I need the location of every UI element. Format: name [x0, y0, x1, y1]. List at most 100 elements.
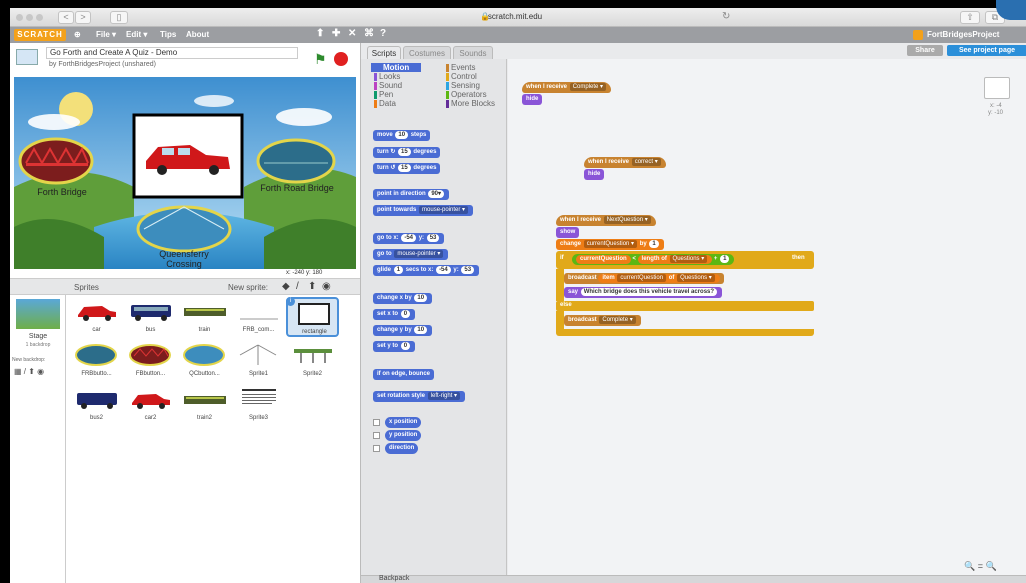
- tab-scripts[interactable]: Scripts: [367, 46, 401, 59]
- block-glide[interactable]: glide 1 secs to x: -54 y: 53: [373, 265, 480, 276]
- reporter-length-of[interactable]: length of Questions ▾: [637, 255, 713, 264]
- back-button[interactable]: <: [58, 11, 74, 24]
- sprite-bus[interactable]: bus: [124, 297, 177, 337]
- sprite-sprite2[interactable]: Sprite2: [286, 341, 339, 381]
- block-point-direction[interactable]: point in direction 90▾: [373, 189, 450, 200]
- category-events[interactable]: Events: [446, 63, 475, 72]
- checkbox-direction[interactable]: [373, 445, 380, 452]
- block-broadcast-item[interactable]: broadcast item currentQuestion of Questi…: [564, 273, 724, 284]
- category-more-blocks[interactable]: More Blocks: [446, 99, 495, 108]
- minimize-dot[interactable]: [26, 14, 33, 21]
- green-flag-icon[interactable]: ⚑: [314, 52, 327, 66]
- scratch-logo[interactable]: SCRATCH: [14, 29, 66, 41]
- share-icon[interactable]: ⇧: [960, 11, 980, 24]
- url-field[interactable]: scratch.mit.edu: [440, 12, 590, 21]
- stage[interactable]: Forth Bridge Forth Road Bridge Queensfer…: [14, 77, 356, 269]
- reporter-y-position[interactable]: y position: [385, 430, 422, 441]
- block-change-x[interactable]: change x by 10: [373, 293, 433, 304]
- category-data[interactable]: Data: [374, 99, 396, 108]
- paint-icon[interactable]: /: [296, 281, 299, 292]
- delete-icon[interactable]: ✚: [332, 28, 340, 39]
- reporter-direction[interactable]: direction: [385, 443, 419, 454]
- block-show[interactable]: show: [556, 227, 580, 238]
- duplicate-icon[interactable]: ⬆: [316, 28, 324, 39]
- backpack-bar[interactable]: Backpack: [361, 575, 1026, 583]
- block-say[interactable]: say Which bridge does this vehicle trave…: [564, 287, 723, 298]
- tab-costumes[interactable]: Costumes: [403, 46, 451, 59]
- menu-file[interactable]: File ▾: [96, 30, 116, 39]
- scripts-area[interactable]: when I receive Complete ▾ hide when I re…: [508, 59, 1026, 583]
- block-rotation-style[interactable]: set rotation style left-right ▾: [373, 391, 466, 402]
- block-hide-2[interactable]: hide: [584, 169, 605, 180]
- see-project-page-button[interactable]: See project page: [947, 45, 1026, 56]
- stage-thumbnail[interactable]: [16, 299, 60, 329]
- sprite-train2[interactable]: train2: [178, 385, 231, 425]
- sprite-library-icon[interactable]: ◆: [282, 281, 290, 292]
- account-name[interactable]: FortBridgesProject: [927, 30, 999, 39]
- sprite-sprite3[interactable]: Sprite3: [232, 385, 285, 425]
- project-title-input[interactable]: Go Forth and Create A Quiz - Demo: [46, 47, 298, 59]
- checkbox-x-position[interactable]: [373, 419, 380, 426]
- reload-icon[interactable]: ↻: [722, 11, 730, 22]
- block-goto[interactable]: go to mouse-pointer ▾: [373, 249, 449, 260]
- block-set-y[interactable]: set y to 0: [373, 341, 416, 352]
- category-operators[interactable]: Operators: [446, 90, 487, 99]
- folder-icon[interactable]: [913, 30, 923, 40]
- category-looks[interactable]: Looks: [374, 72, 400, 81]
- camera-icon[interactable]: ◉: [322, 281, 331, 292]
- sprite-train[interactable]: train: [178, 297, 231, 337]
- shrink-icon[interactable]: ⌘: [364, 28, 374, 39]
- backdrop-tools-icon[interactable]: ▦ / ⬆ ◉: [14, 367, 44, 376]
- sidebar-icon[interactable]: ▯: [110, 11, 128, 24]
- hat-when-receive-complete[interactable]: when I receive Complete ▾: [522, 82, 612, 93]
- stop-icon[interactable]: [334, 52, 348, 66]
- help-icon[interactable]: ?: [380, 28, 386, 39]
- menu-tips[interactable]: Tips: [160, 30, 176, 39]
- reporter-current-question[interactable]: currentQuestion: [576, 255, 631, 264]
- sprite-fbbutton[interactable]: FBbutton...: [124, 341, 177, 381]
- menu-about[interactable]: About: [186, 30, 209, 39]
- block-set-x[interactable]: set x to 0: [373, 309, 416, 320]
- sprite-car2[interactable]: car2: [124, 385, 177, 425]
- block-turn-left[interactable]: turn ↺ 15 degrees: [373, 163, 441, 174]
- reporter-x-position[interactable]: x position: [385, 417, 422, 428]
- sprite-rectangle-selected[interactable]: i rectangle: [286, 297, 339, 337]
- close-dot[interactable]: [16, 14, 23, 21]
- sprite-bus2[interactable]: bus2: [70, 385, 123, 425]
- tab-sounds[interactable]: Sounds: [453, 46, 493, 59]
- menu-edit[interactable]: Edit ▾: [126, 30, 147, 39]
- info-icon[interactable]: i: [286, 297, 295, 306]
- block-bounce[interactable]: if on edge, bounce: [373, 369, 435, 380]
- zoom-controls[interactable]: 🔍 = 🔍: [964, 561, 997, 572]
- checkbox-y-position[interactable]: [373, 432, 380, 439]
- hat-when-receive-correct[interactable]: when I receive correct ▾: [584, 157, 666, 168]
- share-button[interactable]: Share: [907, 45, 943, 56]
- category-control[interactable]: Control: [446, 72, 477, 81]
- block-point-towards[interactable]: point towards mouse-pointer ▾: [373, 205, 474, 216]
- hat-when-receive-nextquestion[interactable]: when I receive NextQuestion ▾: [556, 215, 656, 226]
- zoom-dot[interactable]: [36, 14, 43, 21]
- sprite-qcbutton[interactable]: QCbutton...: [178, 341, 231, 381]
- sprite-frbbutton[interactable]: FRBbutto...: [70, 341, 123, 381]
- reporter-item-of[interactable]: item currentQuestion of Questions ▾: [598, 274, 720, 283]
- block-hide[interactable]: hide: [522, 94, 543, 105]
- sprite-frb-com[interactable]: FRB_com...: [232, 297, 285, 337]
- category-pen[interactable]: Pen: [374, 90, 393, 99]
- category-sensing[interactable]: Sensing: [446, 81, 480, 90]
- sprite-sprite1[interactable]: Sprite1: [232, 341, 285, 381]
- block-goto-xy[interactable]: go to x: -54 y: 53: [373, 233, 445, 244]
- upload-icon[interactable]: ⬆: [308, 281, 316, 292]
- block-change-y[interactable]: change y by 10: [373, 325, 433, 336]
- category-motion[interactable]: Motion: [371, 63, 422, 72]
- category-sound[interactable]: Sound: [374, 81, 402, 90]
- block-move-steps[interactable]: move 10 steps: [373, 130, 431, 141]
- grow-icon[interactable]: ✕: [348, 28, 356, 39]
- sprite-car[interactable]: car: [70, 297, 123, 337]
- globe-icon[interactable]: ⊕: [74, 30, 81, 39]
- block-if-else[interactable]: if currentQuestion < length of Questions…: [556, 251, 814, 269]
- fullscreen-icon[interactable]: [16, 49, 38, 65]
- block-broadcast-complete[interactable]: broadcast Complete ▾: [564, 315, 641, 326]
- operator-less-than[interactable]: currentQuestion < length of Questions ▾ …: [572, 254, 735, 265]
- block-change-var[interactable]: change currentQuestion ▾ by 1: [556, 239, 664, 250]
- forward-button[interactable]: >: [75, 11, 91, 24]
